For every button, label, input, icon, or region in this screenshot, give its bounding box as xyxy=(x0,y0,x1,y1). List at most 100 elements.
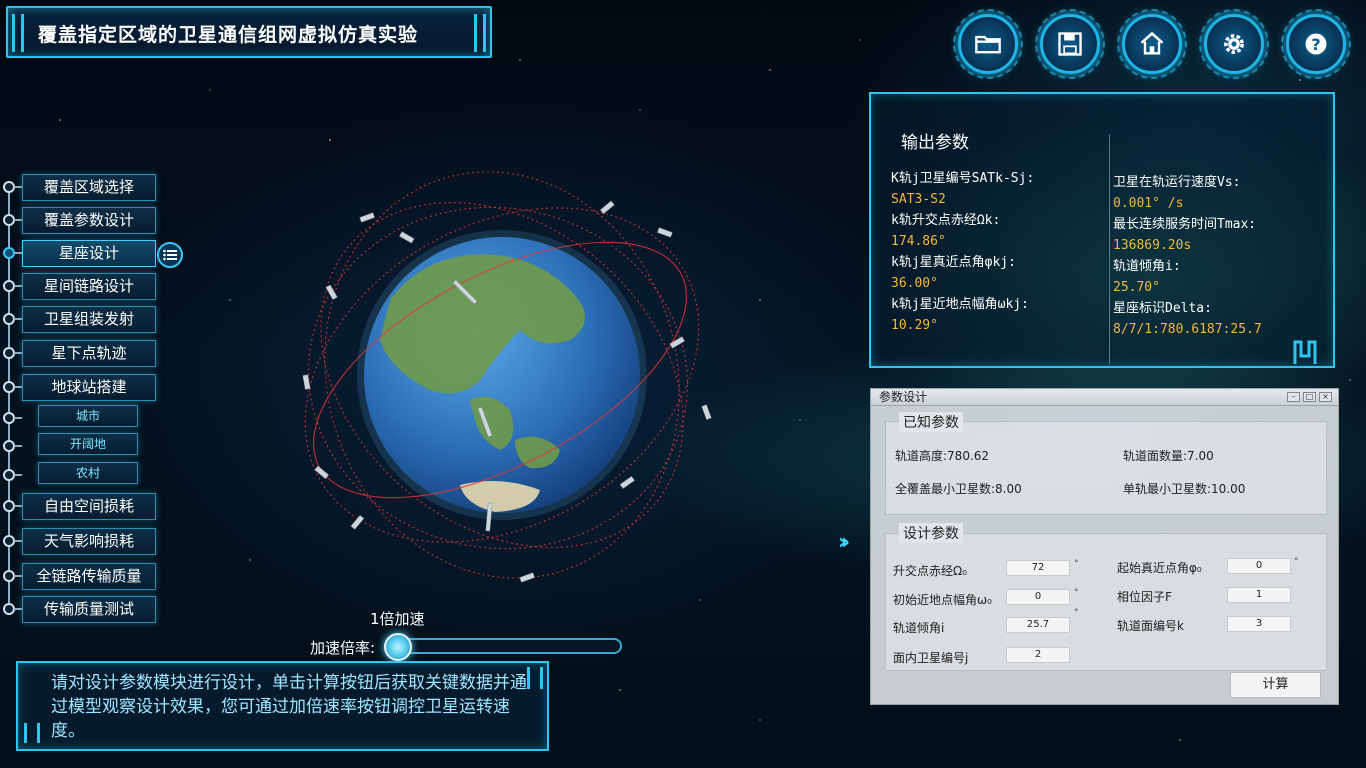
menu-item[interactable]: 城市 xyxy=(38,405,138,427)
earth-constellation-view[interactable] xyxy=(270,150,730,600)
orbit-plane-number-input[interactable]: 3 xyxy=(1227,616,1291,632)
list-icon xyxy=(163,249,177,261)
output-divider xyxy=(1109,134,1110,364)
calculate-button[interactable]: 计算 xyxy=(1230,672,1321,698)
output-label: 最长连续服务时间Tmax: xyxy=(1113,217,1257,232)
orbit-height-text: 轨道高度:780.62 xyxy=(895,449,990,463)
panel-decoration xyxy=(1293,340,1317,364)
menu-connector xyxy=(14,575,22,577)
menu-item[interactable]: 传输质量测试 xyxy=(22,596,156,623)
menu-connector xyxy=(14,352,22,354)
output-label: k轨j星真近点角φkj: xyxy=(891,255,1016,270)
output-label: k轨升交点赤经Ωk: xyxy=(891,213,1001,228)
hint-panel: 请对设计参数模块进行设计，单击计算按钮后获取关键数据并通过模型观察设计效果，您可… xyxy=(16,661,549,751)
sat-number-label: 面内卫星编号j xyxy=(893,651,969,665)
menu-item[interactable]: 天气影响损耗 xyxy=(22,528,156,555)
speed-label: 加速倍率: xyxy=(310,639,376,657)
speed-slider-track[interactable] xyxy=(384,638,622,654)
degree-mark: ° xyxy=(1294,557,1299,567)
menu-item[interactable]: 地球站搭建 xyxy=(22,374,156,401)
known-params-group xyxy=(885,421,1327,515)
output-value: 25.70° xyxy=(1113,280,1160,295)
menu-connector xyxy=(14,386,22,388)
output-label: K轨j卫星编号SATk-Sj: xyxy=(891,171,1035,186)
perigee-input[interactable]: 0 xyxy=(1006,589,1070,605)
output-label: 卫星在轨运行速度Vs: xyxy=(1113,175,1241,190)
output-value: 136869.20s xyxy=(1113,238,1192,253)
output-panel: 输出参数 K轨j卫星编号SATk-Sj: SAT3-S2 k轨升交点赤经Ωk: 174… xyxy=(869,92,1335,368)
home-icon xyxy=(1140,31,1164,55)
menu-connector xyxy=(14,186,22,188)
save-icon xyxy=(1058,32,1082,56)
start-anomaly-label: 起始真近点角φ₀ xyxy=(1117,561,1202,575)
restore-button[interactable]: □ xyxy=(1303,392,1316,402)
output-title: 输出参数 xyxy=(901,133,969,153)
output-value: 8/7/1:780.6187:25.7 xyxy=(1113,322,1262,337)
degree-mark: ° xyxy=(1074,608,1079,618)
window-title: 参数设计 – □ × xyxy=(871,389,1338,406)
output-label: 星座标识Delta: xyxy=(1113,301,1212,316)
menu-connector xyxy=(14,608,22,610)
start-anomaly-input[interactable]: 0 xyxy=(1227,558,1291,574)
phase-factor-input[interactable]: 1 xyxy=(1227,587,1291,603)
settings-button[interactable] xyxy=(1199,9,1269,79)
menu-item[interactable]: 自由空间损耗 xyxy=(22,493,156,520)
output-value: 174.86° xyxy=(891,234,946,249)
orbit-planes-text: 轨道面数量:7.00 xyxy=(1123,449,1214,463)
svg-text:?: ? xyxy=(1311,35,1320,54)
perigee-label: 初始近地点幅角ω₀ xyxy=(893,593,992,607)
menu-connector xyxy=(14,445,22,447)
speed-caption: 1倍加速 xyxy=(370,610,425,628)
save-button[interactable] xyxy=(1035,9,1105,79)
home-button[interactable] xyxy=(1117,9,1187,79)
close-button[interactable]: × xyxy=(1319,392,1332,402)
menu-item[interactable]: 覆盖区域选择 xyxy=(22,174,156,201)
open-folder-button[interactable] xyxy=(953,9,1023,79)
output-right-column: 卫星在轨运行速度Vs: 0.001° /s 最长连续服务时间Tmax: 136869.… xyxy=(1113,172,1333,340)
output-value: 10.29° xyxy=(891,318,938,333)
output-value: 0.001° /s xyxy=(1113,196,1184,211)
raan-input[interactable]: 72 xyxy=(1006,560,1070,576)
menu-connector xyxy=(14,318,22,320)
parameter-design-window: 参数设计 – □ × 已知参数 轨道高度:780.62 轨道面数量:7.00 全… xyxy=(870,388,1339,705)
degree-mark: ° xyxy=(1074,588,1079,598)
window-title-text: 参数设计 xyxy=(879,390,928,404)
menu-item[interactable]: 农村 xyxy=(38,462,138,484)
output-left-column: K轨j卫星编号SATk-Sj: SAT3-S2 k轨升交点赤经Ωk: 174.86° k… xyxy=(891,168,1106,336)
menu-item[interactable]: 星下点轨迹 xyxy=(22,340,156,367)
menu-item[interactable]: 全链路传输质量 xyxy=(22,563,156,590)
inclination-input[interactable]: 25.7 xyxy=(1006,617,1070,633)
output-label: 轨道倾角i: xyxy=(1113,259,1181,274)
menu-item[interactable]: 星间链路设计 xyxy=(22,273,156,300)
speed-slider-knob[interactable] xyxy=(384,633,412,661)
raan-label: 升交点赤经Ω₀ xyxy=(893,564,967,578)
phase-factor-label: 相位因子F xyxy=(1117,590,1172,604)
minimize-button[interactable]: – xyxy=(1287,392,1300,402)
output-label: k轨j星近地点幅角ωkj: xyxy=(891,297,1029,312)
inclination-label: 轨道倾角i xyxy=(893,621,945,635)
app-title: 覆盖指定区域的卫星通信组网虚拟仿真实验 xyxy=(38,24,419,46)
menu-connector xyxy=(14,505,22,507)
app-title-bar: 覆盖指定区域的卫星通信组网虚拟仿真实验 xyxy=(6,6,492,58)
menu-connector xyxy=(14,417,22,419)
help-icon: ? xyxy=(1305,33,1327,55)
expand-arrow-icon[interactable]: ›› xyxy=(838,530,850,555)
menu-item[interactable]: 星座设计 xyxy=(22,240,156,267)
min-sats-per-orbit-text: 单轨最小卫星数:10.00 xyxy=(1123,482,1246,496)
folder-icon xyxy=(975,35,1001,54)
menu-connector xyxy=(14,540,22,542)
sat-number-input[interactable]: 2 xyxy=(1006,647,1070,663)
menu-item[interactable]: 覆盖参数设计 xyxy=(22,207,156,234)
menu-item[interactable]: 开阔地 xyxy=(38,433,138,455)
menu-connector xyxy=(14,252,22,254)
hint-decoration xyxy=(24,723,40,743)
menu-connector xyxy=(14,285,22,287)
menu-item[interactable]: 卫星组装发射 xyxy=(22,306,156,333)
menu-list-toggle[interactable] xyxy=(157,242,183,268)
degree-mark: ° xyxy=(1074,559,1079,569)
menu-connector xyxy=(14,219,22,221)
help-button[interactable]: ? xyxy=(1281,9,1351,79)
known-params-title: 已知参数 xyxy=(899,412,963,432)
hint-text: 请对设计参数模块进行设计，单击计算按钮后获取关键数据并通过模型观察设计效果，您可… xyxy=(51,673,527,741)
design-params-title: 设计参数 xyxy=(899,523,963,543)
